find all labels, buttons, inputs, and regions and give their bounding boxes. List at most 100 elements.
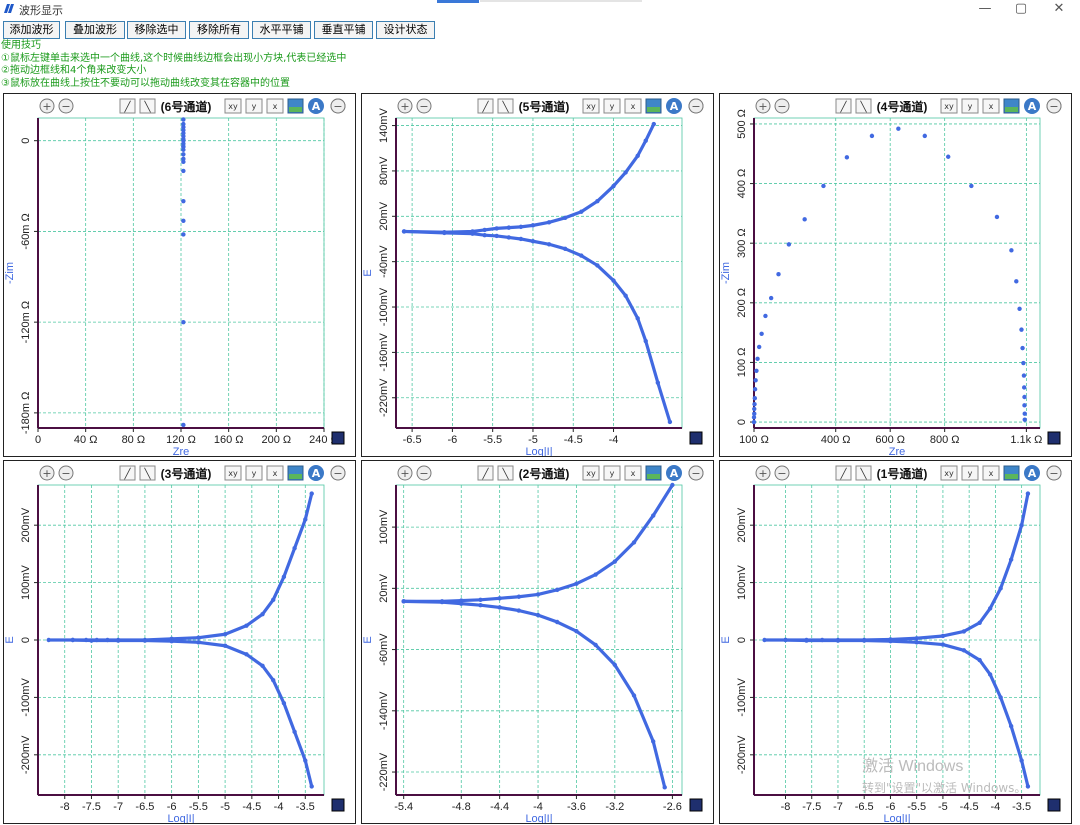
fit-x-icon[interactable]: x — [624, 465, 642, 481]
remove-all-button[interactable]: 移除所有 — [189, 21, 249, 39]
auto-scale-icon[interactable]: A — [1024, 465, 1040, 481]
color-swatch-icon[interactable] — [1047, 798, 1061, 812]
fit-xy-icon[interactable]: xy — [940, 98, 958, 114]
data-point — [401, 599, 406, 604]
fit-y-icon-glyph: y — [610, 102, 615, 111]
zoom-in-icon[interactable]: + — [755, 465, 771, 481]
auto-scale-icon[interactable]: A — [308, 465, 324, 481]
data-point — [752, 395, 758, 401]
image-icon[interactable] — [1003, 98, 1020, 114]
chart-title: (4号通道) — [877, 99, 928, 114]
auto-scale-icon[interactable]: A — [666, 98, 682, 114]
tile-vertical-button[interactable]: 垂直平铺 — [314, 21, 373, 39]
x-tick-label: -7.5 — [82, 801, 101, 813]
zoom-out-icon[interactable]: − — [416, 465, 432, 481]
curve-tool-icon[interactable]: ╲ — [497, 465, 514, 481]
restore-button[interactable]: ▢ — [1002, 0, 1040, 18]
vzoom-out-icon[interactable]: − — [330, 98, 346, 114]
x-tick-label: -4.4 — [490, 801, 509, 813]
line-tool-icon[interactable]: ╱ — [835, 98, 852, 114]
fit-xy-icon[interactable]: xy — [224, 465, 242, 481]
zoom-out-icon[interactable]: − — [58, 98, 74, 114]
minimize-button[interactable]: — — [966, 0, 1004, 18]
chart-panel-ch2[interactable]: -5.4 -4.8 -4.4 -4 -3.6 -3.2 -2.6 100mV 20mV -60mV… — [361, 460, 714, 824]
fit-xy-icon[interactable]: xy — [224, 98, 242, 114]
curve-tool-icon[interactable]: ╲ — [139, 465, 156, 481]
vzoom-out-icon[interactable]: − — [688, 465, 704, 481]
color-swatch-icon[interactable] — [331, 798, 345, 812]
color-swatch-icon[interactable] — [689, 798, 703, 812]
y-tick-label: 200 Ω — [736, 288, 748, 318]
curve-tool-icon[interactable]: ╲ — [855, 465, 872, 481]
fit-y-icon-glyph: y — [610, 469, 615, 478]
fit-x-icon[interactable]: x — [982, 465, 1000, 481]
zoom-in-icon[interactable]: + — [397, 465, 413, 481]
fit-y-icon[interactable]: y — [603, 465, 621, 481]
auto-scale-icon[interactable]: A — [666, 465, 682, 481]
data-point — [142, 638, 148, 643]
color-swatch-icon[interactable] — [331, 431, 345, 445]
fit-xy-icon[interactable]: xy — [582, 465, 600, 481]
fit-y-icon[interactable]: y — [603, 98, 621, 114]
curve-tool-icon[interactable]: ╲ — [497, 98, 514, 114]
fit-y-icon[interactable]: y — [961, 465, 979, 481]
chart-panel-ch4[interactable]: 100 Ω 400 Ω 600 Ω 800 Ω 1.1k Ω 0 100 Ω 200 Ω 300… — [719, 93, 1072, 457]
vzoom-out-icon[interactable]: − — [688, 98, 704, 114]
zoom-out-icon[interactable]: − — [774, 465, 790, 481]
tile-horizontal-button[interactable]: 水平平铺 — [252, 21, 311, 39]
zoom-out-icon[interactable]: − — [58, 465, 74, 481]
line-tool-icon[interactable]: ╱ — [835, 465, 852, 481]
chart-title: (1号通道) — [877, 466, 928, 481]
zoom-in-icon[interactable]: + — [39, 465, 55, 481]
curve-tool-icon[interactable]: ╲ — [855, 98, 872, 114]
add-waveform-button[interactable]: 添加波形 — [3, 21, 60, 39]
x-tick-label: -4 — [274, 801, 284, 813]
data-point — [756, 344, 762, 350]
close-button[interactable]: ✕ — [1040, 0, 1078, 18]
chart-panel-ch6[interactable]: 0 40 Ω 80 Ω 120 Ω 160 Ω 200 Ω 240 Ω 0 -60m Ω -120… — [3, 93, 356, 457]
data-point — [470, 231, 475, 236]
x-tick-label: -4 — [609, 434, 619, 446]
line-tool-icon[interactable]: ╱ — [477, 465, 494, 481]
fit-x-icon[interactable]: x — [266, 465, 284, 481]
line-tool-icon[interactable]: ╱ — [119, 98, 136, 114]
fit-x-icon[interactable]: x — [982, 98, 1000, 114]
vzoom-out-icon[interactable]: − — [1046, 98, 1062, 114]
y-tick-label: 400 Ω — [736, 169, 748, 199]
zoom-out-icon[interactable]: − — [416, 98, 432, 114]
color-swatch-icon[interactable] — [1047, 431, 1061, 445]
auto-scale-icon[interactable]: A — [308, 98, 324, 114]
fit-x-icon[interactable]: x — [624, 98, 642, 114]
chart-panel-ch5[interactable]: -6.5 -6 -5.5 -5 -4.5 -4 140mV 80mV 20mV -40mV -100… — [361, 93, 714, 457]
image-icon[interactable] — [645, 98, 662, 114]
auto-scale-icon[interactable]: A — [1024, 98, 1040, 114]
design-mode-button[interactable]: 设计状态 — [376, 21, 435, 39]
data-point — [768, 295, 774, 301]
zoom-in-icon[interactable]: + — [397, 98, 413, 114]
x-tick-label: 40 Ω — [74, 434, 98, 446]
image-icon[interactable] — [287, 465, 304, 481]
fit-y-icon[interactable]: y — [245, 98, 263, 114]
fit-xy-icon[interactable]: xy — [940, 465, 958, 481]
zoom-out-icon[interactable]: − — [774, 98, 790, 114]
remove-selected-button[interactable]: 移除选中 — [127, 21, 186, 39]
curve-tool-icon[interactable]: ╲ — [139, 98, 156, 114]
color-swatch-icon[interactable] — [689, 431, 703, 445]
fit-y-icon[interactable]: y — [245, 465, 263, 481]
fit-xy-icon[interactable]: xy — [582, 98, 600, 114]
line-tool-icon[interactable]: ╱ — [119, 465, 136, 481]
zoom-in-icon[interactable]: + — [755, 98, 771, 114]
zoom-in-icon[interactable]: + — [39, 98, 55, 114]
image-icon[interactable] — [645, 465, 662, 481]
data-point — [46, 637, 51, 643]
image-icon[interactable] — [1003, 465, 1020, 481]
line-tool-icon[interactable]: ╱ — [477, 98, 494, 114]
chart-panel-ch3[interactable]: -8 -7.5 -7 -6.5 -6 -5.5 -5 -4.5 -4 -3.5 200mV 100mV… — [3, 460, 356, 824]
fit-x-icon[interactable]: x — [266, 98, 284, 114]
fit-y-icon[interactable]: y — [961, 98, 979, 114]
vzoom-out-icon[interactable]: − — [330, 465, 346, 481]
vzoom-out-icon[interactable]: − — [1046, 465, 1062, 481]
usage-tips: 使用技巧 ①鼠标左键单击来选中一个曲线,这个时候曲线边框会出现小方块,代表已经选… — [1, 40, 346, 90]
overlay-waveform-button[interactable]: 叠加波形 — [65, 21, 125, 39]
image-icon[interactable] — [287, 98, 304, 114]
